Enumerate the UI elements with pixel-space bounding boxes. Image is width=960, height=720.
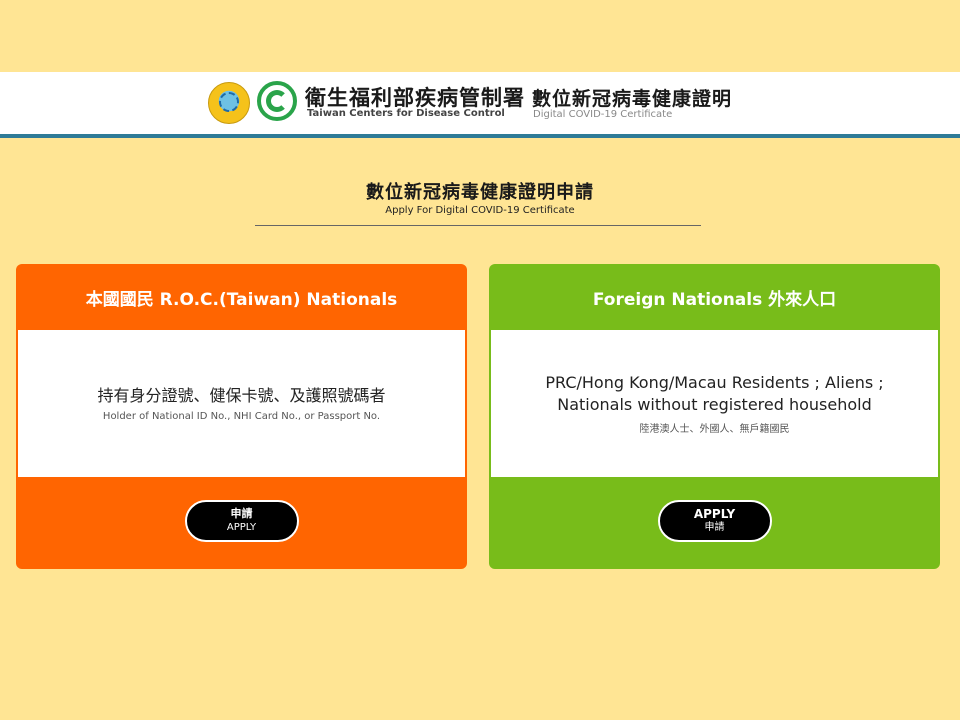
cdc-logo-icon[interactable] xyxy=(257,81,297,121)
page-subtitle: Apply For Digital COVID-19 Certificate xyxy=(385,205,575,216)
nationals-description-en: Holder of National ID No., NHI Card No.,… xyxy=(102,411,381,422)
site-header: 衛生福利部疾病管制署 Taiwan Centers for Disease Co… xyxy=(0,72,960,138)
button-label-secondary: APPLY xyxy=(226,522,257,533)
site-title-zh: 數位新冠病毒健康證明 xyxy=(532,88,733,110)
button-label-primary: 申請 xyxy=(230,507,253,520)
ministry-seal-icon[interactable] xyxy=(208,82,250,124)
page: 衛生福利部疾病管制署 Taiwan Centers for Disease Co… xyxy=(0,0,960,720)
title-divider xyxy=(255,225,701,226)
nationals-apply-button[interactable]: 申請 APPLY xyxy=(184,500,299,542)
nationals-card-body: 持有身分證號、健保卡號、及護照號碼者 Holder of National ID… xyxy=(18,330,465,477)
foreign-description-zh: 陸港澳人士、外國人、無戶籍國民 xyxy=(639,424,790,435)
site-title-en: Digital COVID-19 Certificate xyxy=(533,109,673,120)
foreign-card-body: PRC/Hong Kong/Macau Residents ; Aliens ;… xyxy=(491,330,938,477)
button-label-primary: APPLY xyxy=(693,507,736,521)
foreign-description-line2: Nationals without registered household xyxy=(557,395,872,414)
foreign-card: Foreign Nationals 外來人口 PRC/Hong Kong/Mac… xyxy=(489,264,940,569)
foreign-card-heading: Foreign Nationals 外來人口 xyxy=(592,289,837,310)
nationals-description: 持有身分證號、健保卡號、及護照號碼者 xyxy=(97,386,386,405)
page-title: 數位新冠病毒健康證明申請 xyxy=(366,182,594,203)
org-name-en[interactable]: Taiwan Centers for Disease Control xyxy=(307,108,505,119)
nationals-card-heading: 本國國民 R.O.C.(Taiwan) Nationals xyxy=(85,289,398,310)
foreign-apply-button[interactable]: APPLY 申請 xyxy=(657,500,772,542)
nationals-card: 本國國民 R.O.C.(Taiwan) Nationals 持有身分證號、健保卡… xyxy=(16,264,467,569)
button-label-secondary: 申請 xyxy=(704,522,725,533)
foreign-description-line1: PRC/Hong Kong/Macau Residents ; Aliens ; xyxy=(545,373,884,392)
